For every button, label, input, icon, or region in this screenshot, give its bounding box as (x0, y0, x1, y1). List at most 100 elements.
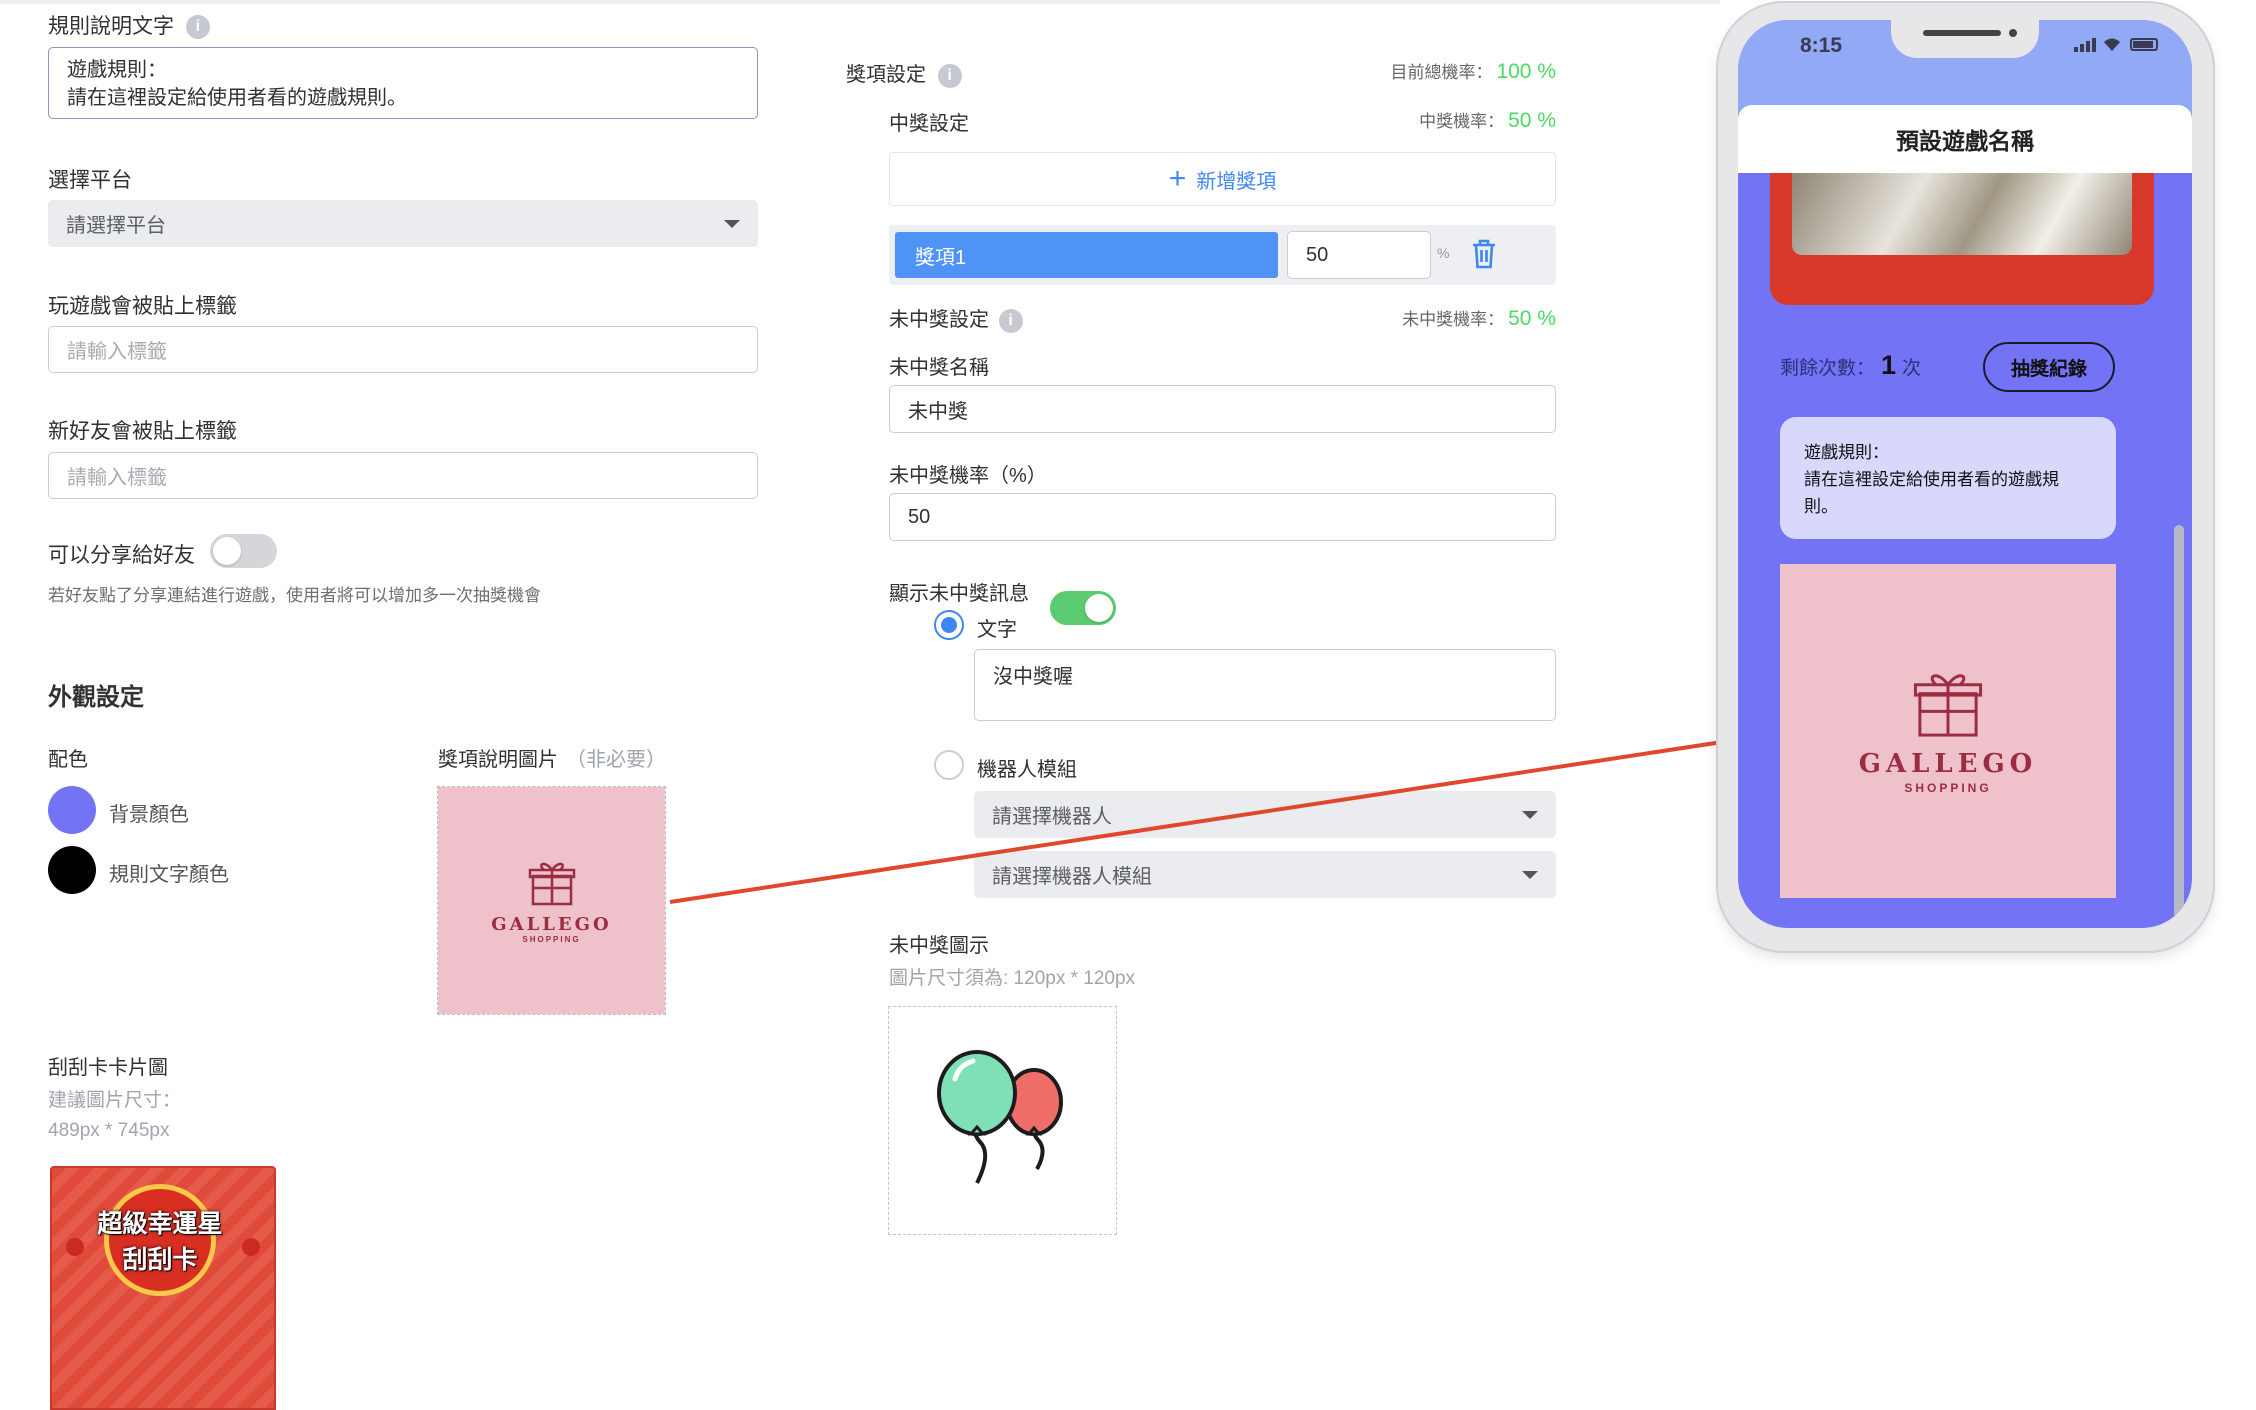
rules-card: 遊戲規則： 請在這裡設定給使用者看的遊戲規 則。 (1780, 417, 2116, 539)
rules-line-1: 遊戲規則： (67, 59, 167, 81)
phone-rules-line-2: 請在這裡設定給使用者看的遊戲規 (1804, 470, 2059, 489)
scratch-card-dot-left (66, 1238, 84, 1256)
toggle-knob (213, 537, 241, 565)
phone-prize-image: GALLEGO SHOPPING (1780, 564, 2116, 898)
lose-name-value: 未中獎 (908, 400, 968, 423)
scratch-hint-1: 建議圖片尺寸： (48, 1090, 182, 1111)
gift-icon (1913, 674, 1983, 737)
status-time: 8:15 (1800, 34, 1843, 57)
play-tag-input[interactable]: 請輸入標籤 (48, 326, 758, 373)
rules-textarea[interactable]: 遊戲規則： 請在這裡設定給使用者看的遊戲規則。 (48, 47, 758, 119)
game-title-bar: 預設遊戲名稱 (1738, 105, 2192, 173)
share-hint: 若好友點了分享連結進行遊戲，使用者將可以增加多一次抽獎機會 (48, 586, 541, 605)
balloons-icon (937, 1050, 1063, 1184)
play-tag-label: 玩遊戲會被貼上標籤 (48, 295, 237, 318)
scratch-label: 刮刮卡卡片圖 (48, 1057, 168, 1079)
plus-icon: + (1168, 162, 1187, 195)
platform-label: 選擇平台 (48, 169, 132, 192)
scratch-area (1792, 173, 2132, 255)
logo-text: GALLEGO (1858, 749, 2038, 779)
speaker-slot (1923, 30, 2001, 36)
lose-rate-input[interactable]: 50 (889, 493, 1556, 541)
add-prize-button[interactable]: + 新增獎項 (889, 152, 1556, 206)
phone-rules-line-1: 遊戲規則： (1804, 443, 1889, 462)
info-icon[interactable]: i (937, 63, 962, 88)
lose-icon-hint: 圖片尺寸須為: 120px * 120px (889, 968, 1136, 989)
show-message-label: 顯示未中獎訊息 (889, 583, 1029, 605)
rules-line-2: 請在這裡設定給使用者看的遊戲規則。 (67, 87, 407, 109)
text-message-value: 沒中獎喔 (993, 666, 1073, 688)
total-rate: 目前總機率： 100 % (1390, 60, 1556, 83)
rules-label: 規則說明文字 i (48, 10, 210, 40)
phone-rules-line-3: 則。 (1804, 497, 1838, 516)
lose-rate-value: 50 (908, 505, 931, 528)
toggle-knob (1085, 594, 1113, 622)
lose-settings-label: 未中獎設定 i (889, 303, 1023, 333)
friend-tag-label: 新好友會被貼上標籤 (48, 420, 237, 443)
platform-placeholder: 請選擇平台 (66, 215, 166, 237)
phone-notch (1891, 20, 2039, 58)
top-divider (0, 0, 1720, 4)
share-label: 可以分享給好友 (48, 544, 195, 567)
prize-row: 獎項1 50 % (889, 225, 1556, 285)
prize-settings-label: 獎項設定 i (846, 58, 962, 88)
gift-icon (528, 862, 575, 905)
scratch-card-title-2: 刮刮卡 (122, 1246, 198, 1274)
info-icon[interactable]: i (185, 15, 210, 40)
rule-text-color-swatch[interactable] (48, 846, 96, 894)
radio-text[interactable] (934, 610, 964, 640)
scratch-card-badge: 超級幸運星 刮刮卡 (98, 1184, 223, 1296)
rule-text-color-label: 規則文字顏色 (109, 864, 229, 886)
trash-icon[interactable] (1471, 239, 1497, 269)
friend-tag-input[interactable]: 請輸入標籤 (48, 452, 758, 499)
prize-image-label: 獎項說明圖片 （非必要） (438, 749, 666, 771)
radio-text-label: 文字 (977, 619, 1017, 641)
play-tag-placeholder: 請輸入標籤 (67, 341, 167, 363)
history-button-label: 抽獎紀錄 (2010, 358, 2087, 380)
logo-text: GALLEGO (491, 913, 612, 935)
game-title: 預設遊戲名稱 (1896, 128, 2034, 154)
info-icon[interactable]: i (998, 308, 1023, 333)
win-rate: 中獎機率： 50 % (1419, 109, 1556, 132)
preview-arrow (669, 722, 1772, 904)
phone-scrollbar[interactable] (2174, 525, 2184, 919)
wifi-icon (2104, 38, 2120, 51)
win-settings-label: 中獎設定 (889, 113, 969, 135)
lose-icon-label: 未中獎圖示 (889, 935, 989, 957)
remaining-count: 剩餘次數： 1 次 (1780, 350, 1922, 380)
percent-sign: % (1437, 245, 1450, 261)
battery-icon (2130, 38, 2158, 51)
scratch-hint-2: 489px * 745px (48, 1120, 170, 1141)
lose-icon-upload[interactable] (888, 1006, 1117, 1235)
friend-tag-placeholder: 請輸入標籤 (67, 467, 167, 489)
bg-color-swatch[interactable] (48, 786, 96, 834)
prize-name: 獎項1 (915, 246, 967, 269)
scratch-preview (1770, 173, 2154, 305)
bg-color-label: 背景顏色 (109, 804, 189, 826)
history-button[interactable]: 抽獎紀錄 (1983, 342, 2115, 392)
platform-select[interactable]: 請選擇平台 (48, 200, 758, 247)
add-prize-label: 新增獎項 (1196, 170, 1277, 193)
logo-subtext: SHOPPING (1904, 781, 1992, 795)
prize-rate-input[interactable]: 50 (1287, 231, 1431, 279)
phone-frame: 8:15 預設遊戲名稱 剩餘次數： 1 次 抽獎紀錄 遊戲規則： 請在這裡設定給使用… (1718, 3, 2213, 951)
signal-icon (2074, 38, 2098, 52)
scratch-card-upload[interactable]: 超級幸運星 刮刮卡 (50, 1166, 276, 1410)
share-toggle[interactable] (210, 534, 277, 568)
show-message-toggle[interactable] (1050, 591, 1116, 625)
chevron-down-icon (724, 219, 740, 228)
camera-dot (2009, 29, 2017, 37)
scratch-card-dot-right (242, 1238, 260, 1256)
lose-rate: 未中獎機率： 50 % (1402, 307, 1556, 330)
prize-name-chip[interactable]: 獎項1 (895, 232, 1278, 278)
scratch-card-title-1: 超級幸運星 (97, 1210, 223, 1238)
appearance-title: 外觀設定 (48, 684, 144, 711)
radio-dot (941, 617, 957, 633)
lose-name-input[interactable]: 未中獎 (889, 385, 1556, 433)
lose-name-label: 未中獎名稱 (889, 357, 989, 379)
prize-rate-value: 50 (1306, 243, 1329, 266)
prize-image-upload[interactable]: GALLEGO SHOPPING (437, 786, 666, 1015)
logo-subtext: SHOPPING (522, 934, 581, 944)
lose-rate-input-label: 未中獎機率（%） (889, 465, 1047, 487)
color-label: 配色 (48, 749, 88, 771)
